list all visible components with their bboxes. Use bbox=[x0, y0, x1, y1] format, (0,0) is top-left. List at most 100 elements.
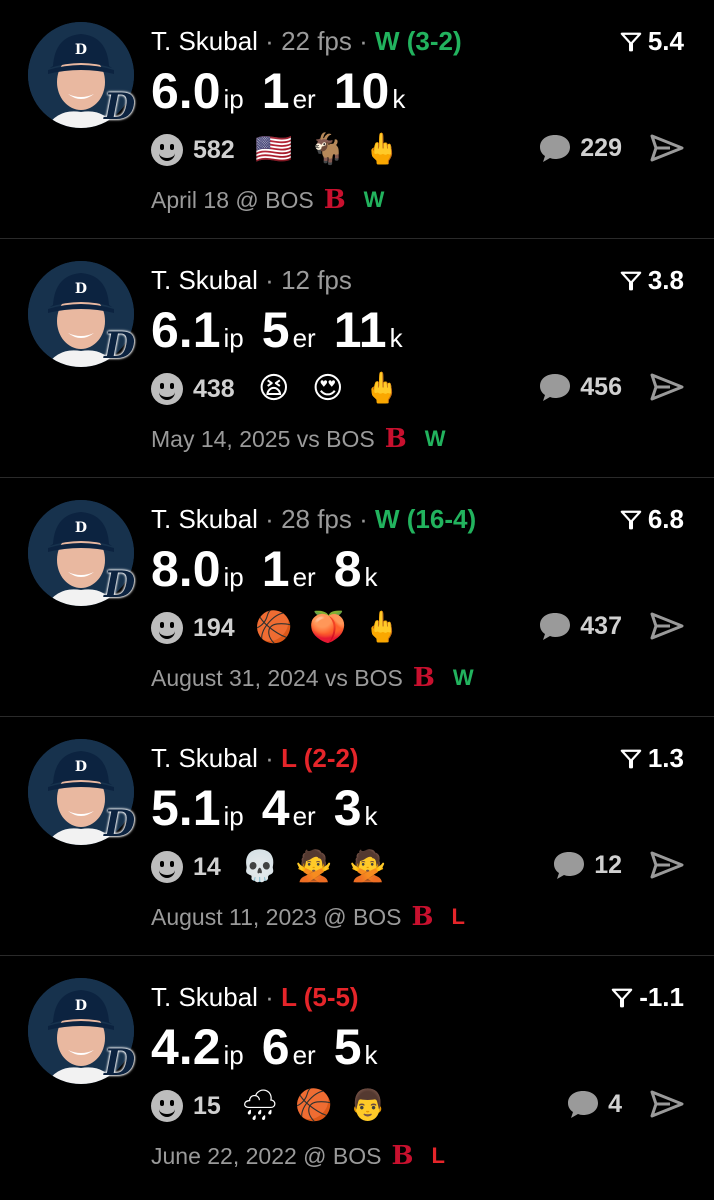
reaction-count: 194 bbox=[193, 613, 235, 642]
er-unit: er bbox=[292, 562, 316, 592]
season-record: W (3-2) bbox=[375, 26, 462, 56]
player-avatar[interactable]: D D bbox=[28, 978, 136, 1084]
share-send-icon[interactable] bbox=[650, 133, 684, 163]
season-record: L (5-5) bbox=[281, 982, 359, 1012]
red-sox-logo: B bbox=[391, 1141, 414, 1171]
game-date-opponent[interactable]: May 14, 2025 vs BOS bbox=[151, 426, 375, 453]
game-result: L bbox=[451, 904, 465, 929]
player-avatar[interactable]: D D bbox=[28, 261, 135, 367]
game-date-opponent[interactable]: April 18 @ BOS bbox=[151, 187, 314, 214]
middle-finger-icon[interactable]: 🖕 bbox=[363, 133, 400, 167]
person-sticker-icon[interactable]: 🙅 bbox=[295, 850, 332, 884]
game-feed: D D T. Skubal · 22 fps · W (3-2) 5.4 6.0… bbox=[0, 0, 714, 1200]
tigers-logo: D bbox=[104, 1042, 136, 1084]
rating: 3.8 bbox=[620, 265, 684, 296]
player-name[interactable]: T. Skubal bbox=[151, 982, 258, 1012]
k-unit: k bbox=[364, 801, 378, 831]
strikeouts: 8 bbox=[333, 541, 362, 597]
strikeouts: 11 bbox=[333, 302, 387, 358]
comment-count: 229 bbox=[580, 133, 622, 162]
rating-value: -1.1 bbox=[639, 982, 684, 1012]
share-send-icon[interactable] bbox=[650, 611, 684, 641]
share-send-icon[interactable] bbox=[650, 850, 684, 880]
earned-runs: 4 bbox=[261, 780, 290, 836]
player-sticker-icon[interactable]: 🏀 bbox=[295, 1089, 332, 1123]
rating: -1.1 bbox=[611, 982, 684, 1013]
game-post-card[interactable]: D D T. Skubal · 28 fps · W (16-4) 6.8 8.… bbox=[0, 478, 714, 717]
fps-label: 28 fps bbox=[281, 504, 352, 534]
share-send-icon[interactable] bbox=[650, 372, 684, 402]
rating: 5.4 bbox=[620, 26, 684, 57]
heart-eyes-icon[interactable]: 😍 bbox=[311, 372, 345, 406]
rating: 1.3 bbox=[620, 743, 684, 774]
player-avatar[interactable]: D D bbox=[28, 500, 135, 606]
separator: · bbox=[351, 26, 375, 56]
post-header: T. Skubal · 12 fps bbox=[151, 265, 352, 296]
comments-area: 437 bbox=[538, 611, 684, 641]
game-post-card[interactable]: D D T. Skubal · L (5-5) -1.1 4.2 ip 6 er 5 k … bbox=[0, 956, 714, 1200]
middle-finger-icon[interactable]: 🖕 bbox=[363, 372, 400, 406]
k-unit: k bbox=[364, 1040, 378, 1070]
season-record: L (2-2) bbox=[281, 743, 359, 773]
comment-count: 456 bbox=[580, 372, 622, 401]
post-header: T. Skubal · 22 fps · W (3-2) bbox=[151, 26, 462, 57]
post-header: T. Skubal · L (5-5) bbox=[151, 982, 359, 1013]
game-result: W bbox=[452, 665, 474, 690]
game-post-card[interactable]: D D T. Skubal · 22 fps · W (3-2) 5.4 6.0… bbox=[0, 0, 714, 239]
game-post-card[interactable]: D D T. Skubal · 12 fps 3.8 6.1 ip 5 er 11 k 4… bbox=[0, 239, 714, 478]
player-name[interactable]: T. Skubal bbox=[151, 743, 258, 773]
innings-pitched: 6.0 bbox=[151, 63, 221, 119]
player-name[interactable]: T. Skubal bbox=[151, 265, 258, 295]
ip-unit: ip bbox=[223, 562, 244, 592]
player-avatar[interactable]: D D bbox=[28, 22, 135, 128]
player-avatar[interactable]: D D bbox=[28, 739, 136, 845]
tired-face-icon[interactable]: 😫 bbox=[257, 372, 291, 406]
game-date-opponent[interactable]: August 31, 2024 vs BOS bbox=[151, 665, 403, 692]
innings-pitched: 5.1 bbox=[151, 780, 221, 836]
reactions-bar: 438 😫 😍 🖕 bbox=[151, 372, 419, 406]
er-unit: er bbox=[292, 801, 316, 831]
ip-unit: ip bbox=[223, 801, 244, 831]
comment-bubble-icon[interactable] bbox=[538, 133, 572, 163]
comment-bubble-icon[interactable] bbox=[566, 1089, 600, 1119]
smile-reaction-icon[interactable] bbox=[151, 851, 183, 883]
person-sticker-icon[interactable]: 🙅 bbox=[349, 850, 386, 884]
game-info: August 11, 2023 @ BOS B L bbox=[151, 902, 465, 932]
player-name[interactable]: T. Skubal bbox=[151, 504, 258, 534]
tigers-logo: D bbox=[104, 803, 136, 845]
ip-unit: ip bbox=[223, 84, 244, 114]
game-info: May 14, 2025 vs BOS B W bbox=[151, 424, 445, 454]
player-name[interactable]: T. Skubal bbox=[151, 26, 258, 56]
smile-reaction-icon[interactable] bbox=[151, 612, 183, 644]
game-info: August 31, 2024 vs BOS B W bbox=[151, 663, 474, 693]
goat-icon[interactable]: 🐐 bbox=[309, 133, 346, 167]
svg-text:D: D bbox=[75, 520, 87, 536]
rating-funnel-icon bbox=[620, 510, 642, 529]
smile-reaction-icon[interactable] bbox=[151, 1090, 183, 1122]
game-result: L bbox=[431, 1143, 445, 1168]
comment-bubble-icon[interactable] bbox=[538, 372, 572, 402]
smile-reaction-icon[interactable] bbox=[151, 134, 183, 166]
fps-label: 12 fps bbox=[281, 265, 352, 295]
comment-bubble-icon[interactable] bbox=[538, 611, 572, 641]
separator: · bbox=[257, 743, 282, 773]
share-send-icon[interactable] bbox=[650, 1089, 684, 1119]
innings-pitched: 4.2 bbox=[151, 1019, 221, 1075]
game-date-opponent[interactable]: June 22, 2022 @ BOS bbox=[151, 1143, 382, 1170]
red-sox-logo: B bbox=[412, 663, 435, 693]
separator: · bbox=[257, 26, 282, 56]
person-sticker-icon[interactable]: 👨 bbox=[349, 1089, 386, 1123]
strikeouts: 10 bbox=[333, 63, 390, 119]
game-date-opponent[interactable]: August 11, 2023 @ BOS bbox=[151, 904, 402, 931]
comment-bubble-icon[interactable] bbox=[552, 850, 586, 880]
rain-cloud-icon[interactable]: 🌧 bbox=[241, 1089, 279, 1123]
player-sticker-icon[interactable]: 🏀 bbox=[255, 611, 292, 645]
smile-reaction-icon[interactable] bbox=[151, 373, 183, 405]
flag-us-icon[interactable]: 🇺🇸 bbox=[255, 133, 292, 167]
comments-area: 229 bbox=[538, 133, 684, 163]
skull-icon[interactable]: 💀 bbox=[241, 850, 278, 884]
middle-finger-icon[interactable]: 🖕 bbox=[363, 611, 400, 645]
game-post-card[interactable]: D D T. Skubal · L (2-2) 1.3 5.1 ip 4 er 3 k 1… bbox=[0, 717, 714, 956]
rating-funnel-icon bbox=[620, 749, 642, 768]
peach-icon[interactable]: 🍑 bbox=[309, 611, 346, 645]
